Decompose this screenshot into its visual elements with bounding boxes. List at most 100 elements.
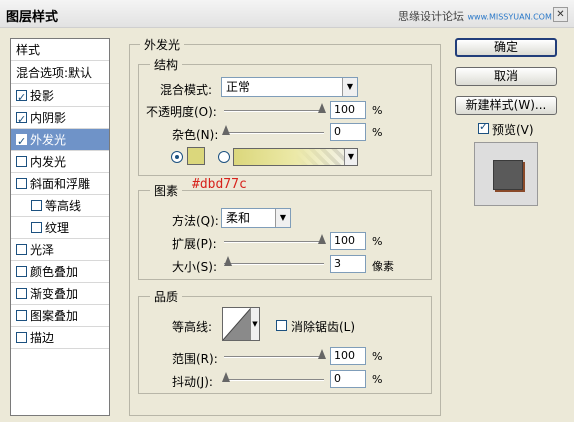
- ok-button[interactable]: 确定: [455, 38, 557, 57]
- new-style-button[interactable]: 新建样式(W)...: [455, 96, 557, 115]
- styles-header[interactable]: 样式: [11, 39, 109, 61]
- preview-checkbox[interactable]: [478, 120, 489, 134]
- structure-title: 结构: [150, 56, 183, 73]
- blend-mode-select[interactable]: 正常 ▼: [221, 77, 358, 97]
- noise-label: 杂色(N):: [172, 128, 219, 142]
- style-item-contour[interactable]: 等高线: [11, 195, 109, 217]
- preview-label: 预览(V): [492, 123, 534, 137]
- opacity-slider[interactable]: [224, 103, 326, 113]
- spread-input[interactable]: 100: [330, 232, 366, 250]
- outer-glow-title: 外发光: [140, 36, 185, 53]
- watermark-en: www.MISSYUAN.COM: [467, 12, 552, 22]
- watermark-cn: 思缘设计论坛: [398, 10, 464, 23]
- glow-color-swatch[interactable]: [187, 147, 205, 165]
- noise-unit: %: [372, 126, 383, 139]
- opacity-label: 不透明度(O):: [146, 105, 217, 119]
- style-item-label: 内发光: [30, 155, 67, 169]
- style-item-label: 内阴影: [30, 111, 67, 125]
- contour-picker[interactable]: ▼: [222, 307, 260, 341]
- technique-select[interactable]: 柔和 ▼: [221, 208, 291, 228]
- chevron-down-icon: ▼: [342, 78, 357, 96]
- quality-title: 品质: [150, 288, 183, 305]
- size-label: 大小(S):: [172, 260, 218, 274]
- outer-glow-checkbox[interactable]: [16, 131, 27, 153]
- style-item-outer-glow[interactable]: 外发光: [11, 129, 109, 153]
- elements-title: 图素: [150, 182, 183, 199]
- chevron-down-icon: ▼: [275, 209, 290, 227]
- jitter-slider[interactable]: [222, 372, 324, 382]
- style-item-label: 颜色叠加: [30, 265, 79, 279]
- gradient-radio[interactable]: [218, 151, 230, 163]
- drop-shadow-checkbox[interactable]: [16, 87, 27, 109]
- style-item-gradient-overlay[interactable]: 渐变叠加: [11, 283, 109, 305]
- size-slider-thumb[interactable]: [224, 256, 232, 267]
- contour-label: 等高线:: [172, 320, 213, 334]
- range-unit: %: [372, 350, 383, 363]
- color-overlay-checkbox[interactable]: [16, 266, 27, 277]
- spread-slider-thumb[interactable]: [318, 234, 326, 245]
- style-item-satin[interactable]: 光泽: [11, 239, 109, 261]
- styles-list: 样式 混合选项:默认 投影 内阴影 外发光 内发光 斜面和浮雕 等高线 纹理 光…: [10, 38, 110, 416]
- jitter-input[interactable]: 0: [330, 370, 366, 388]
- solid-color-radio[interactable]: [171, 151, 183, 163]
- blend-mode-label: 混合模式:: [160, 83, 213, 97]
- noise-slider-thumb[interactable]: [222, 125, 230, 136]
- color-annotation: #dbd77c: [192, 177, 247, 192]
- noise-input[interactable]: 0: [330, 123, 366, 141]
- noise-slider[interactable]: [222, 125, 324, 135]
- title-bar: 图层样式 思缘设计论坛 www.MISSYUAN.COM ✕: [0, 0, 574, 28]
- style-item-inner-shadow[interactable]: 内阴影: [11, 107, 109, 131]
- blend-options-item[interactable]: 混合选项:默认: [11, 62, 109, 84]
- technique-value: 柔和: [226, 211, 251, 225]
- satin-checkbox[interactable]: [16, 244, 27, 255]
- bevel-emboss-checkbox[interactable]: [16, 178, 27, 189]
- opacity-slider-thumb[interactable]: [318, 103, 326, 114]
- style-item-drop-shadow[interactable]: 投影: [11, 85, 109, 109]
- stroke-checkbox[interactable]: [16, 332, 27, 343]
- gradient-picker[interactable]: ▼: [233, 148, 358, 166]
- style-item-stroke[interactable]: 描边: [11, 327, 109, 349]
- opacity-input[interactable]: 100: [330, 101, 366, 119]
- style-item-label: 图案叠加: [30, 309, 79, 323]
- range-slider[interactable]: [224, 349, 326, 359]
- style-item-inner-glow[interactable]: 内发光: [11, 151, 109, 173]
- chevron-down-icon[interactable]: ▼: [344, 149, 357, 165]
- spread-slider[interactable]: [224, 234, 326, 244]
- watermark: 思缘设计论坛 www.MISSYUAN.COM: [398, 8, 552, 24]
- jitter-label: 抖动(J):: [172, 375, 213, 389]
- style-item-label: 光泽: [30, 243, 55, 257]
- style-item-color-overlay[interactable]: 颜色叠加: [11, 261, 109, 283]
- style-item-label: 纹理: [45, 221, 70, 235]
- range-input[interactable]: 100: [330, 347, 366, 365]
- antialias-label: 消除锯齿(L): [291, 320, 356, 334]
- spread-label: 扩展(P):: [172, 237, 217, 251]
- contour-checkbox[interactable]: [31, 200, 42, 211]
- pattern-overlay-checkbox[interactable]: [16, 310, 27, 321]
- technique-label: 方法(Q):: [172, 214, 219, 228]
- inner-glow-checkbox[interactable]: [16, 156, 27, 167]
- chevron-down-icon[interactable]: ▼: [250, 308, 259, 340]
- style-item-label: 描边: [30, 331, 55, 345]
- texture-checkbox[interactable]: [31, 222, 42, 233]
- style-item-bevel-emboss[interactable]: 斜面和浮雕: [11, 173, 109, 195]
- antialias-checkbox[interactable]: [276, 320, 287, 331]
- style-item-label: 渐变叠加: [30, 287, 79, 301]
- inner-shadow-checkbox[interactable]: [16, 109, 27, 131]
- close-button[interactable]: ✕: [553, 7, 568, 22]
- range-label: 范围(R):: [172, 352, 218, 366]
- style-item-label: 外发光: [30, 133, 67, 147]
- size-unit: 像素: [372, 260, 394, 273]
- cancel-button[interactable]: 取消: [455, 67, 557, 86]
- opacity-unit: %: [372, 104, 383, 117]
- style-preview: [474, 142, 538, 206]
- size-slider[interactable]: [224, 256, 324, 266]
- preview-swatch: [493, 160, 523, 190]
- range-slider-thumb[interactable]: [318, 349, 326, 360]
- gradient-overlay-checkbox[interactable]: [16, 288, 27, 299]
- style-item-pattern-overlay[interactable]: 图案叠加: [11, 305, 109, 327]
- window-title: 图层样式: [6, 10, 59, 25]
- size-input[interactable]: 3: [330, 255, 366, 273]
- blend-mode-value: 正常: [226, 80, 251, 94]
- style-item-texture[interactable]: 纹理: [11, 217, 109, 239]
- jitter-slider-thumb[interactable]: [222, 372, 230, 383]
